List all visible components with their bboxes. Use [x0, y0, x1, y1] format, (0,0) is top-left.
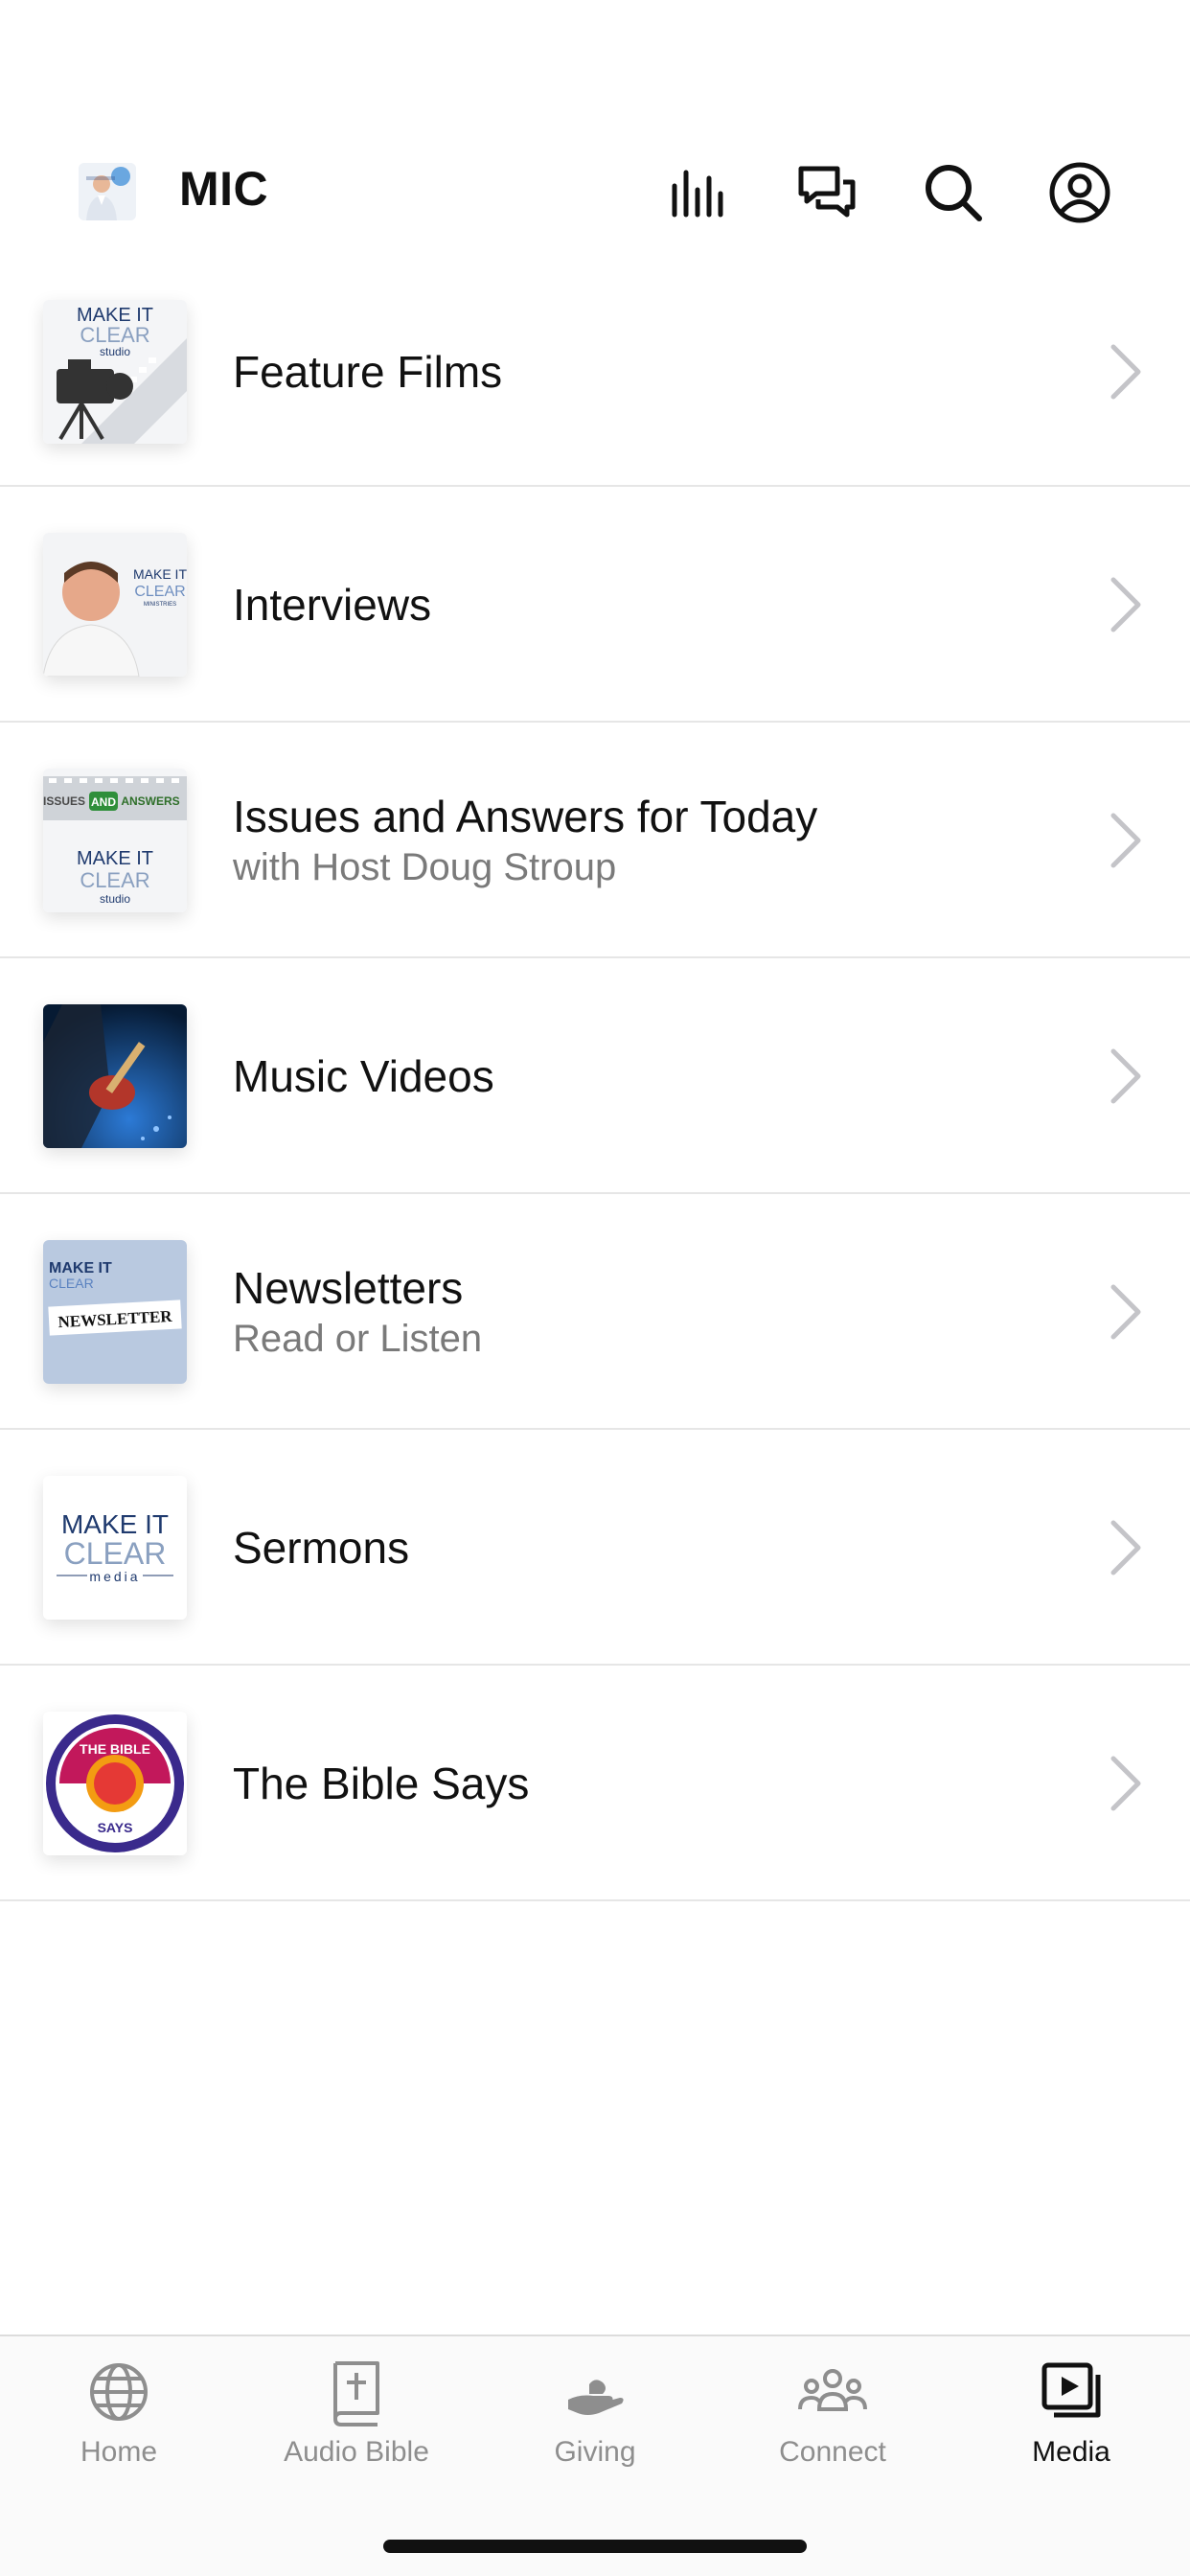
bible-icon	[333, 2361, 379, 2426]
app-title: MIC	[179, 162, 269, 216]
list-item-text: Issues and Answers for Today with Host D…	[233, 756, 817, 925]
chevron-right-icon	[1106, 1042, 1146, 1111]
chevron-right-icon	[1106, 1277, 1146, 1346]
list-item-text: Music Videos	[233, 992, 494, 1161]
list-item-text: Interviews	[233, 520, 431, 689]
chevron-right-icon	[1106, 337, 1146, 406]
chevron-right-icon	[1106, 1749, 1146, 1818]
issues-and-answers-thumb: ISSUES AND ANSWERS MAKE IT CLEAR studio	[43, 769, 187, 912]
guitar-thumb	[43, 1004, 187, 1148]
chevron-right-icon	[1106, 1513, 1146, 1582]
newsletter-thumb: MAKE IT CLEAR NEWSLETTER	[43, 1240, 187, 1384]
svg-text:MAKE IT: MAKE IT	[77, 848, 153, 869]
svg-text:MINISTRIES: MINISTRIES	[144, 602, 176, 608]
media-list: MAKE IT CLEAR studio Feature Films MAKE …	[0, 288, 1190, 1901]
svg-text:MAKE IT: MAKE IT	[49, 1260, 112, 1276]
giving-hand-icon	[568, 2380, 624, 2415]
list-item-subtitle: Read or Listen	[233, 1318, 483, 1360]
ministry-logo[interactable]	[79, 163, 136, 220]
app-header: MIC	[0, 144, 1190, 240]
search-icon[interactable]	[922, 161, 985, 224]
list-item-the-bible-says[interactable]: THE BIBLE SAYS The Bible Says	[0, 1666, 1190, 1901]
list-item-text: Newsletters Read or Listen	[233, 1228, 482, 1396]
bible-says-thumb: THE BIBLE SAYS	[43, 1712, 187, 1855]
tab-giving[interactable]: Giving	[476, 2358, 714, 2469]
svg-text:CLEAR: CLEAR	[64, 1536, 167, 1571]
home-indicator[interactable]	[383, 2540, 807, 2553]
tab-label: Audio Bible	[284, 2436, 429, 2468]
svg-text:SAYS: SAYS	[98, 1820, 133, 1835]
tab-home[interactable]: Home	[0, 2358, 238, 2469]
chat-icon[interactable]	[795, 161, 858, 224]
list-item-label: Sermons	[233, 1523, 410, 1573]
make-it-clear-media-thumb: MAKE IT CLEAR media	[43, 1476, 187, 1620]
svg-text:MAKE IT: MAKE IT	[133, 566, 187, 582]
list-item-label: Issues and Answers for Today	[233, 792, 818, 841]
tab-audio-bible[interactable]: Audio Bible	[238, 2358, 475, 2469]
svg-text:studio: studio	[100, 892, 130, 906]
tab-label: Home	[80, 2436, 158, 2468]
list-item-sermons[interactable]: MAKE IT CLEAR media Sermons	[0, 1430, 1190, 1666]
tab-media[interactable]: Media	[952, 2358, 1190, 2469]
list-item-text: The Bible Says	[233, 1699, 529, 1868]
make-it-clear-studio-thumb: MAKE IT CLEAR studio	[43, 300, 187, 444]
svg-text:ANSWERS: ANSWERS	[121, 794, 179, 808]
list-item-label: Interviews	[233, 580, 432, 630]
interviews-thumb: MAKE IT CLEAR MINISTRIES	[43, 533, 187, 677]
list-item-label: Music Videos	[233, 1051, 494, 1101]
list-item-feature-films[interactable]: MAKE IT CLEAR studio Feature Films	[0, 288, 1190, 487]
list-item-text: Sermons	[233, 1463, 409, 1632]
svg-text:ISSUES: ISSUES	[43, 794, 85, 808]
svg-text:studio: studio	[100, 345, 130, 358]
equalizer-icon[interactable]	[667, 161, 730, 224]
list-item-text: Feature Films	[233, 288, 502, 456]
chevron-right-icon	[1106, 570, 1146, 639]
tab-connect[interactable]: Connect	[714, 2358, 951, 2469]
list-item-newsletters[interactable]: MAKE IT CLEAR NEWSLETTER Newsletters Rea…	[0, 1194, 1190, 1430]
svg-text:THE BIBLE: THE BIBLE	[80, 1741, 150, 1757]
list-item-label: Newsletters	[233, 1263, 464, 1313]
media-icon	[1041, 2362, 1101, 2418]
svg-text:CLEAR: CLEAR	[134, 584, 185, 600]
list-item-music-videos[interactable]: Music Videos	[0, 958, 1190, 1194]
chevron-right-icon	[1106, 806, 1146, 875]
svg-text:AND: AND	[91, 795, 116, 809]
globe-icon	[90, 2363, 148, 2421]
svg-text:media: media	[89, 1569, 140, 1584]
tab-label: Giving	[554, 2436, 636, 2468]
list-item-interviews[interactable]: MAKE IT CLEAR MINISTRIES Interviews	[0, 487, 1190, 723]
people-icon	[798, 2369, 867, 2411]
svg-text:CLEAR: CLEAR	[80, 323, 149, 347]
tab-label: Connect	[779, 2436, 886, 2468]
list-item-label: The Bible Says	[233, 1759, 530, 1808]
list-item-subtitle: with Host Doug Stroup	[233, 846, 617, 888]
list-item-label: Feature Films	[233, 347, 503, 397]
svg-text:CLEAR: CLEAR	[80, 868, 149, 892]
tab-label: Media	[1032, 2436, 1110, 2468]
list-item-issues-and-answers[interactable]: ISSUES AND ANSWERS MAKE IT CLEAR studio …	[0, 723, 1190, 958]
svg-text:MAKE IT: MAKE IT	[61, 1509, 169, 1539]
account-icon[interactable]	[1048, 161, 1111, 224]
svg-text:CLEAR: CLEAR	[49, 1276, 94, 1291]
